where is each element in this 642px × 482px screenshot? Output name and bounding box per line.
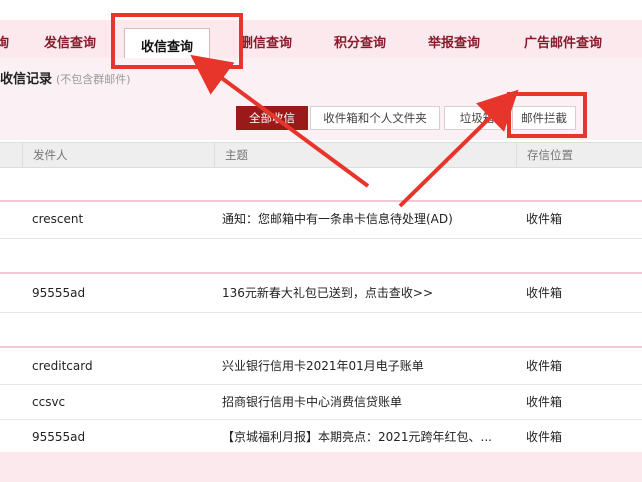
arrow-to-received-tab bbox=[190, 54, 370, 188]
arrow-to-blocked-filter bbox=[398, 89, 519, 208]
annotation-arrows bbox=[190, 54, 519, 208]
